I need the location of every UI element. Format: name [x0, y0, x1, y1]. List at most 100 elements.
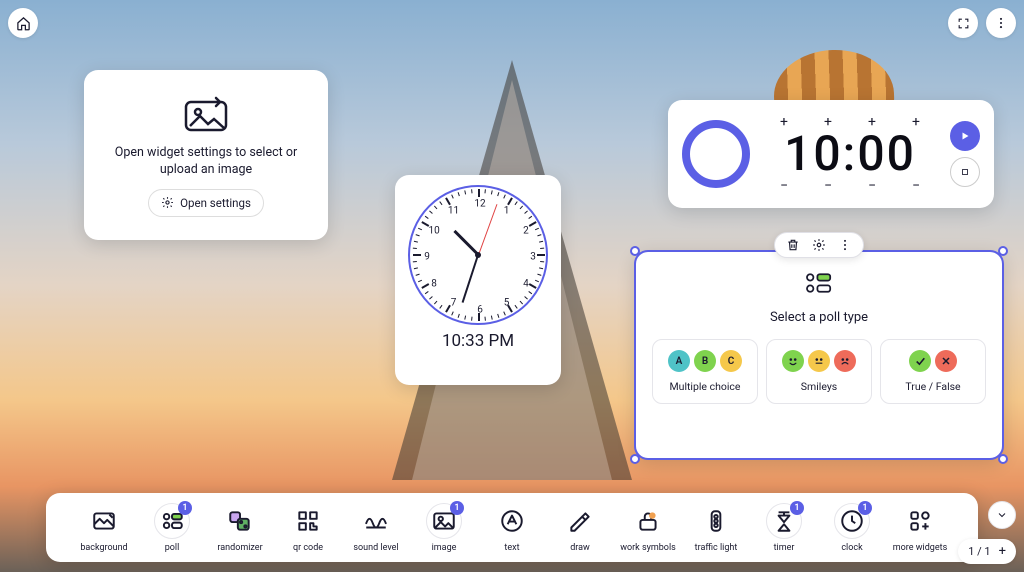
- home-button[interactable]: [8, 8, 38, 38]
- tool-label: more widgets: [893, 544, 947, 554]
- clock-number: 9: [424, 252, 430, 263]
- tool-badge: 1: [858, 501, 872, 515]
- poll-letter-icon: B: [694, 350, 716, 372]
- timer-decrement-row: − − − −: [762, 178, 938, 194]
- check-icon: [909, 350, 931, 372]
- traffic-light-icon: [703, 508, 729, 534]
- minute-hand: [462, 255, 479, 303]
- page-current: 1 / 1: [968, 545, 990, 558]
- text-icon: [499, 508, 525, 534]
- timer-minus-2[interactable]: −: [816, 178, 840, 194]
- clock-number: 6: [477, 305, 483, 316]
- tool-text[interactable]: text: [488, 503, 536, 554]
- timer-minus-4[interactable]: −: [904, 178, 928, 194]
- tool-image[interactable]: 1 image: [420, 503, 468, 554]
- clock-center-dot: [475, 252, 481, 258]
- widget-settings-button[interactable]: [812, 238, 826, 252]
- resize-handle-tl[interactable]: [630, 246, 640, 256]
- tool-label: timer: [774, 544, 795, 554]
- tool-sound-level[interactable]: sound level: [352, 503, 400, 554]
- tool-label: clock: [841, 544, 862, 554]
- clock-number: 7: [451, 297, 457, 308]
- clock-time-text: 10:33 PM: [442, 331, 514, 351]
- poll-option-true-false[interactable]: True / False: [880, 339, 986, 404]
- poll-letter-icon: A: [668, 350, 690, 372]
- second-hand: [478, 204, 497, 255]
- sound-level-icon: [363, 508, 389, 534]
- trash-icon: [786, 238, 800, 252]
- toolbar-collapse-button[interactable]: [988, 501, 1016, 529]
- open-settings-button[interactable]: Open settings: [148, 189, 264, 217]
- tool-label: work symbols: [620, 544, 676, 554]
- tool-label: draw: [570, 544, 590, 554]
- tool-background[interactable]: background: [80, 503, 128, 554]
- home-icon: [16, 16, 31, 31]
- resize-handle-br[interactable]: [998, 454, 1008, 464]
- smiley-neutral-icon: [808, 350, 830, 372]
- tool-label: poll: [165, 544, 180, 554]
- poll-option-multiple-choice[interactable]: ABCMultiple choice: [652, 339, 758, 404]
- delete-button[interactable]: [786, 238, 800, 252]
- poll-widget[interactable]: Select a poll type ABCMultiple choice Smi…: [634, 250, 1004, 460]
- tool-work-symbols[interactable]: work symbols: [624, 503, 672, 554]
- timer-minus-1[interactable]: −: [772, 178, 796, 194]
- gear-icon: [812, 238, 826, 252]
- clock-number: 12: [474, 199, 485, 210]
- smiley-sad-icon: [834, 350, 856, 372]
- widget-toolbar: background 1 poll randomizer qr code sound le…: [46, 493, 978, 562]
- tool-timer[interactable]: 1 timer: [760, 503, 808, 554]
- tool-label: traffic light: [695, 544, 738, 554]
- tool-label: qr code: [293, 544, 323, 554]
- resize-handle-bl[interactable]: [630, 454, 640, 464]
- tool-badge: 1: [178, 501, 192, 515]
- clock-number: 3: [530, 252, 536, 263]
- more-widgets-icon: [907, 508, 933, 534]
- cross-icon: [935, 350, 957, 372]
- tool-label: image: [432, 544, 457, 554]
- canvas[interactable]: Open widget settings to select or upload…: [0, 0, 1024, 572]
- tool-traffic-light[interactable]: traffic light: [692, 503, 740, 554]
- widget-more-button[interactable]: [838, 238, 852, 252]
- randomizer-icon: [227, 508, 253, 534]
- clock-number: 8: [431, 278, 437, 289]
- poll-title: Select a poll type: [770, 310, 868, 325]
- tool-clock[interactable]: 1 clock: [828, 503, 876, 554]
- poll-option-label: Smileys: [801, 380, 837, 393]
- tool-label: sound level: [353, 544, 398, 554]
- image-widget[interactable]: Open widget settings to select or upload…: [84, 70, 328, 240]
- poll-option-smileys[interactable]: Smileys: [766, 339, 872, 404]
- page-indicator: 1 / 1 +: [958, 539, 1016, 564]
- poll-letter-icon: C: [720, 350, 742, 372]
- timer-widget[interactable]: + + + + 10:00 − − − −: [668, 100, 994, 208]
- tool-label: text: [504, 544, 519, 554]
- poll-option-label: True / False: [905, 380, 960, 393]
- tool-label: randomizer: [217, 544, 262, 554]
- tool-poll[interactable]: 1 poll: [148, 503, 196, 554]
- selection-toolbar: [774, 232, 864, 258]
- gear-icon: [161, 196, 174, 209]
- fullscreen-button[interactable]: [948, 8, 978, 38]
- tool-qr-code[interactable]: qr code: [284, 503, 332, 554]
- timer-play-button[interactable]: [950, 121, 980, 151]
- image-placeholder-icon: [182, 94, 230, 134]
- clock-number: 5: [504, 297, 510, 308]
- tool-badge: 1: [790, 501, 804, 515]
- tool-randomizer[interactable]: randomizer: [216, 503, 264, 554]
- tool-more-widgets[interactable]: more widgets: [896, 503, 944, 554]
- qr-code-icon: [295, 508, 321, 534]
- stop-icon: [960, 167, 970, 177]
- timer-progress-ring: [682, 120, 750, 188]
- tool-draw[interactable]: draw: [556, 503, 604, 554]
- add-page-button[interactable]: +: [999, 544, 1006, 559]
- timer-minus-3[interactable]: −: [860, 178, 884, 194]
- fullscreen-icon: [957, 17, 970, 30]
- timer-stop-button[interactable]: [950, 157, 980, 187]
- clock-number: 10: [428, 225, 439, 236]
- clock-number: 1: [504, 206, 510, 217]
- clock-widget[interactable]: 121234567891011 10:33 PM: [395, 175, 561, 385]
- tool-badge: 1: [450, 501, 464, 515]
- smiley-happy-icon: [782, 350, 804, 372]
- dots-vertical-icon: [838, 238, 852, 252]
- more-button[interactable]: [986, 8, 1016, 38]
- resize-handle-tr[interactable]: [998, 246, 1008, 256]
